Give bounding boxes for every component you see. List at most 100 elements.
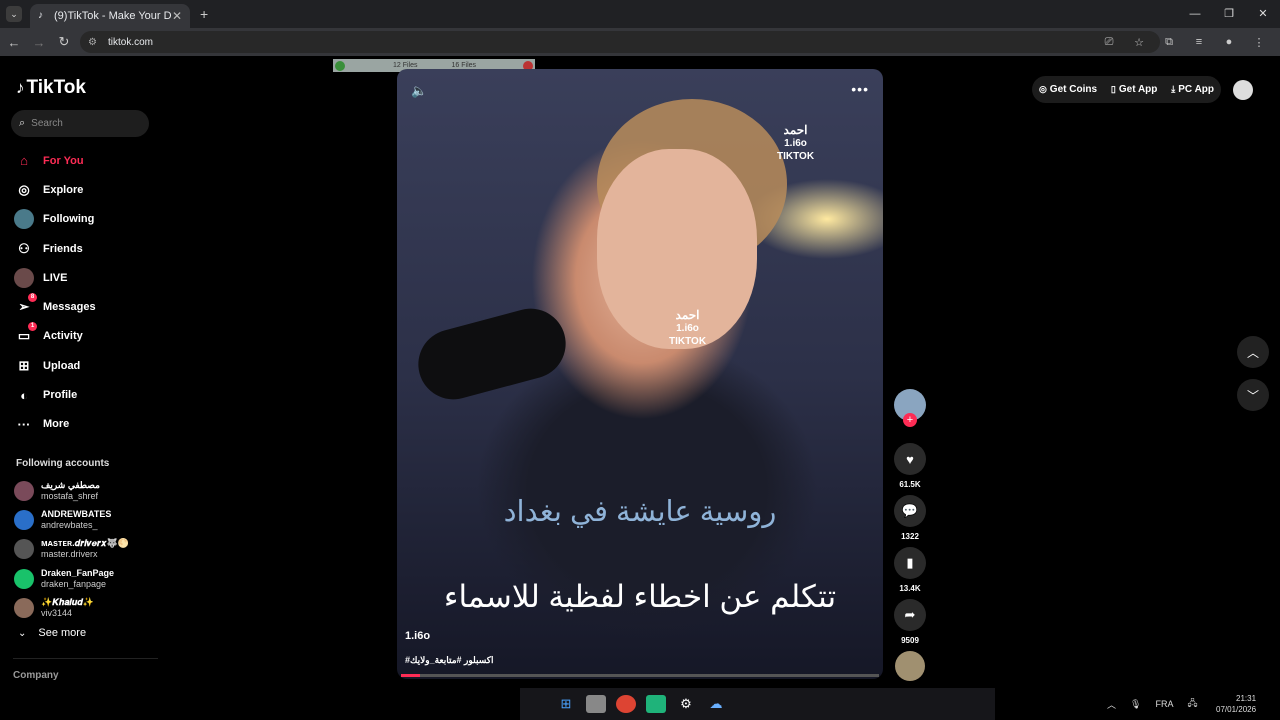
- watermark-brand: TIKTOK: [669, 336, 707, 347]
- forward-icon[interactable]: →: [28, 35, 50, 50]
- microphone-icon[interactable]: 🎙: [1130, 699, 1141, 710]
- new-tab-plus-icon[interactable]: +: [200, 6, 208, 22]
- site-info-icon[interactable]: ⚙: [88, 37, 102, 48]
- sidebar-item-profile[interactable]: ◐ Profile: [14, 380, 154, 409]
- live-avatar: [14, 267, 34, 288]
- sidebar-item-for-you[interactable]: ⌂ For You: [14, 146, 154, 175]
- volume-icon[interactable]: 🔈: [411, 83, 427, 99]
- watermark-center: احمد 1.i6o TIKTOK: [669, 309, 706, 348]
- account-name: Draken_FanPage: [41, 567, 115, 578]
- bookmark-icon[interactable]: ▮: [894, 547, 926, 579]
- account-avatar[interactable]: [1233, 80, 1253, 100]
- sidebar-nav: ⌂ For You ◎ Explore Following ⚇ Friends LIV…: [14, 146, 154, 439]
- top-actions: ◎ Get Coins ▯ Get App ⤓ PC App: [1032, 76, 1221, 103]
- activity-icon: ▭ 1: [14, 322, 37, 346]
- following-account[interactable]: ᴍᴀsᴛᴇʀ.𝒅𝒓𝒊𝒗𝒆𝒓𝒙🐺🌕 master.driverx: [14, 535, 154, 564]
- following-account[interactable]: ✨𝑲𝒉𝒂𝒍𝒖𝒅✨ viv3144: [14, 593, 154, 622]
- like-heart-icon[interactable]: ♥: [894, 443, 926, 475]
- reload-icon[interactable]: ↻: [53, 34, 75, 50]
- sidebar: ♪ TikTok ⌕ Search ⌂ For You ◎ Explore Foll…: [0, 56, 160, 686]
- video-hashtags[interactable]: #اكسبلور #متابعة_ولايك: [405, 655, 494, 666]
- network-icon[interactable]: 🖧: [1187, 696, 1197, 712]
- comment-count: 1322: [901, 532, 919, 541]
- language-indicator[interactable]: FRA: [1155, 699, 1173, 709]
- download-status-icon: [335, 60, 345, 71]
- account-handle: mostafa_shref: [41, 490, 99, 501]
- following-account[interactable]: مصطفي شريف mostafa_shref: [14, 476, 154, 505]
- tray-expand-icon[interactable]: ︿: [1107, 698, 1116, 711]
- tiktok-favicon-icon: ♪: [38, 10, 43, 21]
- sidebar-item-more[interactable]: ··· More: [14, 410, 154, 439]
- profile-avatar-icon[interactable]: ●: [1214, 36, 1244, 48]
- video-player[interactable]: 🔈 ••• احمد 1.i6o TIKTOK احمد 1.i6o TIKTO…: [397, 69, 883, 679]
- creator-avatar[interactable]: +: [894, 389, 926, 427]
- clock[interactable]: 21:31 07/01/2026: [1216, 693, 1256, 715]
- clock-date: 07/01/2026: [1216, 705, 1257, 714]
- steam-icon[interactable]: ☁: [706, 695, 726, 713]
- address-bar[interactable]: ⚙ tiktok.com: [80, 31, 1160, 53]
- video-progress-bar[interactable]: [401, 674, 879, 677]
- window-close-icon[interactable]: ✕: [1246, 0, 1280, 28]
- sidebar-item-label: Friends: [43, 242, 83, 255]
- browser-menu-icon[interactable]: ⋮: [1244, 36, 1274, 49]
- tiktok-logo[interactable]: ♪ TikTok: [16, 77, 86, 99]
- sidebar-item-upload[interactable]: ⊞ Upload: [14, 351, 154, 380]
- follow-plus-icon[interactable]: +: [903, 413, 917, 427]
- get-coins-button[interactable]: ◎ Get Coins: [1039, 84, 1097, 95]
- pc-app-button[interactable]: ⤓ PC App: [1171, 84, 1214, 95]
- sidebar-item-activity[interactable]: ▭ 1 Activity: [14, 322, 154, 351]
- comment-icon[interactable]: 💬: [894, 495, 926, 527]
- previous-video-button[interactable]: ︿: [1237, 336, 1269, 368]
- share-icon[interactable]: ➦: [894, 599, 926, 631]
- avatar: [14, 509, 34, 530]
- following-account[interactable]: ANDREWBATES andrewbates_: [14, 505, 154, 534]
- settings-gear-icon[interactable]: ⚙: [676, 695, 696, 713]
- app-icon[interactable]: [646, 695, 666, 713]
- sidebar-item-label: Messages: [43, 301, 96, 314]
- browser-tab[interactable]: ♪ (9)TikTok - Make Your Day ✕: [30, 4, 190, 28]
- friends-icon: ⚇: [18, 240, 30, 256]
- browser-toolbar-actions: ⎚ ☆ ⧉ ≡ ● ⋮: [1094, 28, 1274, 56]
- following-account[interactable]: Draken_FanPage draken_fanpage: [14, 564, 154, 593]
- media-control-icon[interactable]: ≡: [1184, 36, 1214, 48]
- sidebar-item-explore[interactable]: ◎ Explore: [14, 175, 154, 204]
- sidebar-item-messages[interactable]: ➢ 8 Messages: [14, 292, 154, 321]
- sidebar-item-following[interactable]: Following: [14, 205, 154, 234]
- get-coins-label: Get Coins: [1049, 84, 1098, 95]
- back-icon[interactable]: ←: [3, 35, 25, 50]
- company-link[interactable]: Company: [13, 670, 59, 681]
- tab-search-chevron-icon[interactable]: ⌄: [6, 6, 22, 22]
- extensions-icon[interactable]: ⧉: [1154, 36, 1184, 49]
- account-handle: draken_fanpage: [41, 578, 107, 589]
- search-input[interactable]: ⌕ Search: [11, 110, 149, 137]
- search-icon: ⌕: [19, 117, 26, 129]
- logo-text: TikTok: [26, 77, 86, 98]
- sidebar-item-friends[interactable]: ⚇ Friends: [14, 234, 154, 263]
- see-more-label: See more: [38, 627, 87, 639]
- music-disc-icon[interactable]: [895, 651, 925, 681]
- sidebar-item-live[interactable]: LIVE: [14, 263, 154, 292]
- restore-icon[interactable]: ❐: [1212, 0, 1246, 28]
- avatar: [14, 539, 34, 560]
- minimize-icon[interactable]: —: [1178, 0, 1212, 28]
- coin-icon: ◎: [1038, 84, 1047, 94]
- video-author[interactable]: 1.i6o: [405, 630, 430, 642]
- pc-app-label: PC App: [1178, 84, 1215, 95]
- tab-close-icon[interactable]: ✕: [172, 9, 182, 23]
- watermark-brand: TIKTOK: [777, 151, 815, 162]
- home-icon: ⌂: [20, 153, 28, 169]
- browser-tab-strip: ⌄ ♪ (9)TikTok - Make Your Day ✕ + — ❐ ✕: [0, 0, 1280, 28]
- get-app-button[interactable]: ▯ Get App: [1111, 84, 1157, 95]
- next-video-button[interactable]: ﹀: [1237, 379, 1269, 411]
- cast-icon[interactable]: ⎚: [1094, 36, 1124, 49]
- video-progress-fill: [401, 674, 421, 677]
- see-more-button[interactable]: ⌄ See more: [18, 627, 86, 639]
- bookmark-star-icon[interactable]: ☆: [1124, 36, 1154, 49]
- watermark-id: 1.i6o: [676, 323, 699, 334]
- windows-start-icon[interactable]: ⊞: [556, 695, 576, 713]
- video-more-icon[interactable]: •••: [851, 81, 869, 97]
- sidebar-item-label: For You: [43, 154, 84, 167]
- following-avatar: [14, 209, 34, 230]
- file-explorer-icon[interactable]: [586, 695, 606, 713]
- chrome-icon[interactable]: [616, 695, 636, 713]
